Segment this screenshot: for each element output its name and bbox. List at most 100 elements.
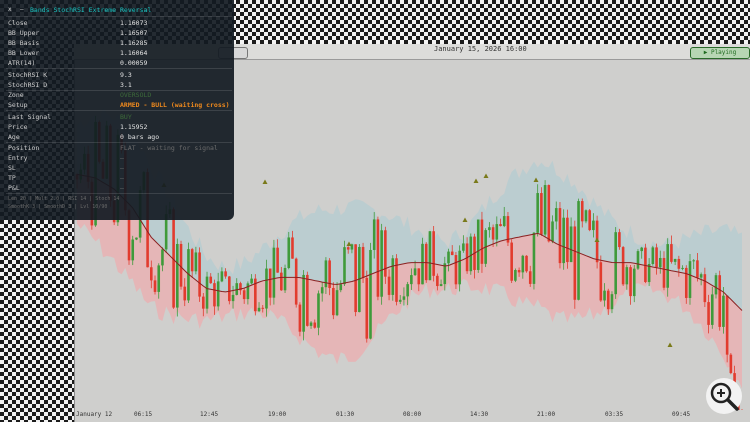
candle-body <box>636 251 640 269</box>
row-sl: SL – <box>8 164 232 173</box>
candle-body <box>603 290 606 301</box>
candle-body <box>462 243 465 251</box>
candle-body <box>588 210 591 231</box>
row-zone: Zone OVERSOLD <box>8 91 232 100</box>
candle-body <box>380 230 383 297</box>
candle-body <box>569 226 573 263</box>
candle-body <box>655 247 658 268</box>
candle-body <box>651 247 655 264</box>
row-age: Age 0 bars ago <box>8 133 232 142</box>
candle-body <box>547 185 551 242</box>
candle-body <box>629 267 632 297</box>
candle-body <box>287 237 291 269</box>
row-label: Zone <box>8 91 24 99</box>
minimize-button[interactable]: – <box>20 6 24 13</box>
candle-body <box>554 208 558 222</box>
x-axis-label: 09:45 <box>672 411 691 418</box>
row-atr: ATR(14) 0.00059 <box>8 59 232 68</box>
candle-body <box>150 267 153 281</box>
candle-body <box>692 260 696 262</box>
row-tp: TP – <box>8 174 232 183</box>
candle-body <box>551 221 554 242</box>
row-value: ARMED - BULL (waiting cross) <box>120 101 230 109</box>
row-label: Entry <box>8 154 28 162</box>
x-axis-label: January 12 <box>76 411 113 418</box>
candle-body <box>257 307 261 312</box>
candle-body <box>499 224 502 227</box>
row-label: BB Lower <box>8 49 40 57</box>
candle-body <box>194 252 198 272</box>
row-value: – <box>120 164 124 172</box>
candle-body <box>384 230 387 277</box>
candle-body <box>436 275 439 287</box>
candle-body <box>421 243 424 285</box>
row-value: 0 bars ago <box>120 133 160 141</box>
panel-footer-line2: SmoothK 3 | SmoothD 3 | Lvl 10/90 <box>8 204 108 210</box>
row-label: StochRSI K <box>8 71 48 79</box>
row-value: 1.16507 <box>120 29 148 37</box>
buy-signal-marker <box>462 217 468 222</box>
candle-body <box>361 246 365 278</box>
candle-body <box>666 244 669 288</box>
x-axis-label: 03:35 <box>605 411 624 418</box>
row-bb-lower: BB Lower 1.16064 <box>8 49 232 58</box>
close-button[interactable]: x <box>8 6 12 13</box>
candle-body <box>320 287 324 294</box>
candle-body <box>339 284 343 291</box>
row-last-signal: Last Signal BUY <box>8 113 232 122</box>
candle-body <box>387 276 391 295</box>
candle-body <box>662 257 666 288</box>
candle-body <box>673 258 677 262</box>
candle-body <box>536 193 539 233</box>
candle-body <box>722 295 725 327</box>
candle-body <box>183 286 187 301</box>
panel-footer-line1: Len 20 | Mult 2.0 | RSI 14 | Stoch 14 <box>8 196 120 202</box>
candle-body <box>573 226 577 300</box>
candle-body <box>621 247 625 285</box>
candle-body <box>580 201 584 222</box>
candle-body <box>718 275 722 327</box>
row-value: FLAT - waiting for signal <box>120 144 218 152</box>
divider <box>6 16 232 17</box>
candle-body <box>677 258 681 269</box>
candle-body <box>317 293 320 328</box>
row-label: Age <box>8 133 20 141</box>
candle-body <box>599 262 603 301</box>
candle-body <box>332 287 335 316</box>
candle-body <box>335 290 339 316</box>
candle-body <box>658 257 662 268</box>
candle-body <box>398 299 402 302</box>
candle-body <box>684 267 688 298</box>
panel-title: Bands StochRSI Extreme Reversal <box>30 6 152 14</box>
candle-body <box>153 280 157 292</box>
candle-body <box>157 265 161 292</box>
row-position: Position FLAT - waiting for signal <box>8 144 232 153</box>
candle-body <box>450 251 454 256</box>
playing-button[interactable]: ▶ Playing <box>690 47 750 59</box>
row-setup: Setup ARMED - BULL (waiting cross) <box>8 101 232 110</box>
candle-body <box>202 296 205 309</box>
buy-signal-marker <box>483 173 489 178</box>
row-label: Setup <box>8 101 28 109</box>
candle-body <box>406 284 409 297</box>
row-value: – <box>120 184 124 192</box>
zoom-button[interactable] <box>706 378 742 414</box>
row-stochrsi-k: StochRSI K 9.3 <box>8 71 232 80</box>
candle-body <box>376 219 380 297</box>
candle-body <box>161 249 164 266</box>
candle-body <box>413 268 417 276</box>
candle-body <box>562 217 565 264</box>
candle-body <box>424 243 428 281</box>
panel-title-row: x – Bands StochRSI Extreme Reversal <box>8 6 232 16</box>
candle-body <box>417 268 421 285</box>
row-value: 1.16064 <box>120 49 148 57</box>
candle-body <box>480 219 484 264</box>
candle-body <box>558 208 562 264</box>
candle-body <box>488 227 491 231</box>
candle-body <box>354 244 357 313</box>
candle-body <box>131 239 135 261</box>
candle-body <box>213 283 216 307</box>
candle-body <box>205 276 209 309</box>
candle-body <box>283 268 287 291</box>
candle-body <box>343 247 346 285</box>
